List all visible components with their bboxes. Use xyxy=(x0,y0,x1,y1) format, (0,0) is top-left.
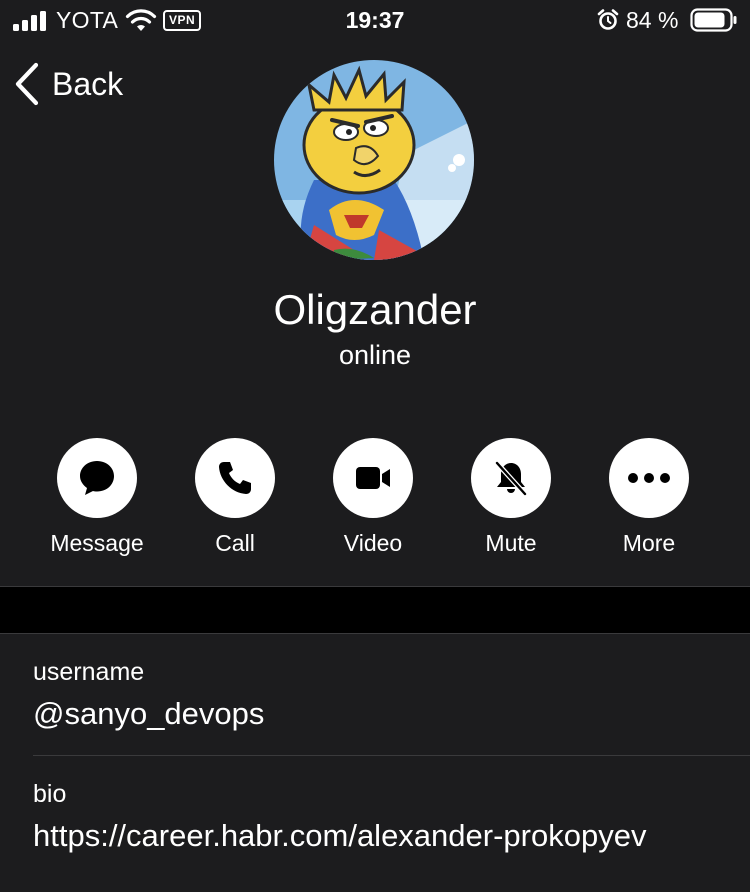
username-value[interactable]: @sanyo_devops xyxy=(33,696,264,732)
info-row-divider xyxy=(33,755,750,756)
call-button-circle[interactable] xyxy=(195,438,275,518)
message-bubble-icon xyxy=(80,461,114,495)
more-button-circle[interactable] xyxy=(609,438,689,518)
video-label: Video xyxy=(343,530,403,556)
call-button[interactable]: Call xyxy=(160,438,310,557)
battery-icon xyxy=(690,8,737,32)
avatar-image xyxy=(274,60,474,260)
section-separator xyxy=(0,587,750,633)
bio-link[interactable]: https://career.habr.com/alexander-prokop… xyxy=(33,818,646,854)
battery-percentage: 84 % xyxy=(626,7,679,33)
back-button[interactable]: Back xyxy=(14,62,123,106)
message-label: Message xyxy=(50,530,144,556)
mute-label: Mute xyxy=(485,530,537,556)
more-dots-icon xyxy=(628,473,670,483)
phone-icon xyxy=(219,462,251,494)
alarm-icon xyxy=(597,9,619,30)
video-button-circle[interactable] xyxy=(333,438,413,518)
section-divider-bottom xyxy=(0,633,750,634)
video-camera-icon xyxy=(356,467,390,489)
video-button[interactable]: Video xyxy=(298,438,448,557)
message-button[interactable]: Message xyxy=(22,438,172,557)
message-button-circle[interactable] xyxy=(57,438,137,518)
mute-button[interactable]: Mute xyxy=(436,438,586,557)
bell-slash-icon xyxy=(494,460,528,497)
contact-name: Oligzander xyxy=(273,286,477,333)
avatar[interactable] xyxy=(274,60,474,260)
mute-button-circle[interactable] xyxy=(471,438,551,518)
chevron-left-icon xyxy=(15,62,39,106)
back-label: Back xyxy=(52,65,124,102)
online-status: online xyxy=(338,340,412,370)
bio-caption: bio xyxy=(33,780,67,808)
call-label: Call xyxy=(215,530,255,556)
username-caption: username xyxy=(33,658,145,686)
more-button[interactable]: More xyxy=(574,438,724,557)
status-bar: YOTA VPN 19:37 84 % xyxy=(0,0,750,40)
more-label: More xyxy=(622,530,676,556)
